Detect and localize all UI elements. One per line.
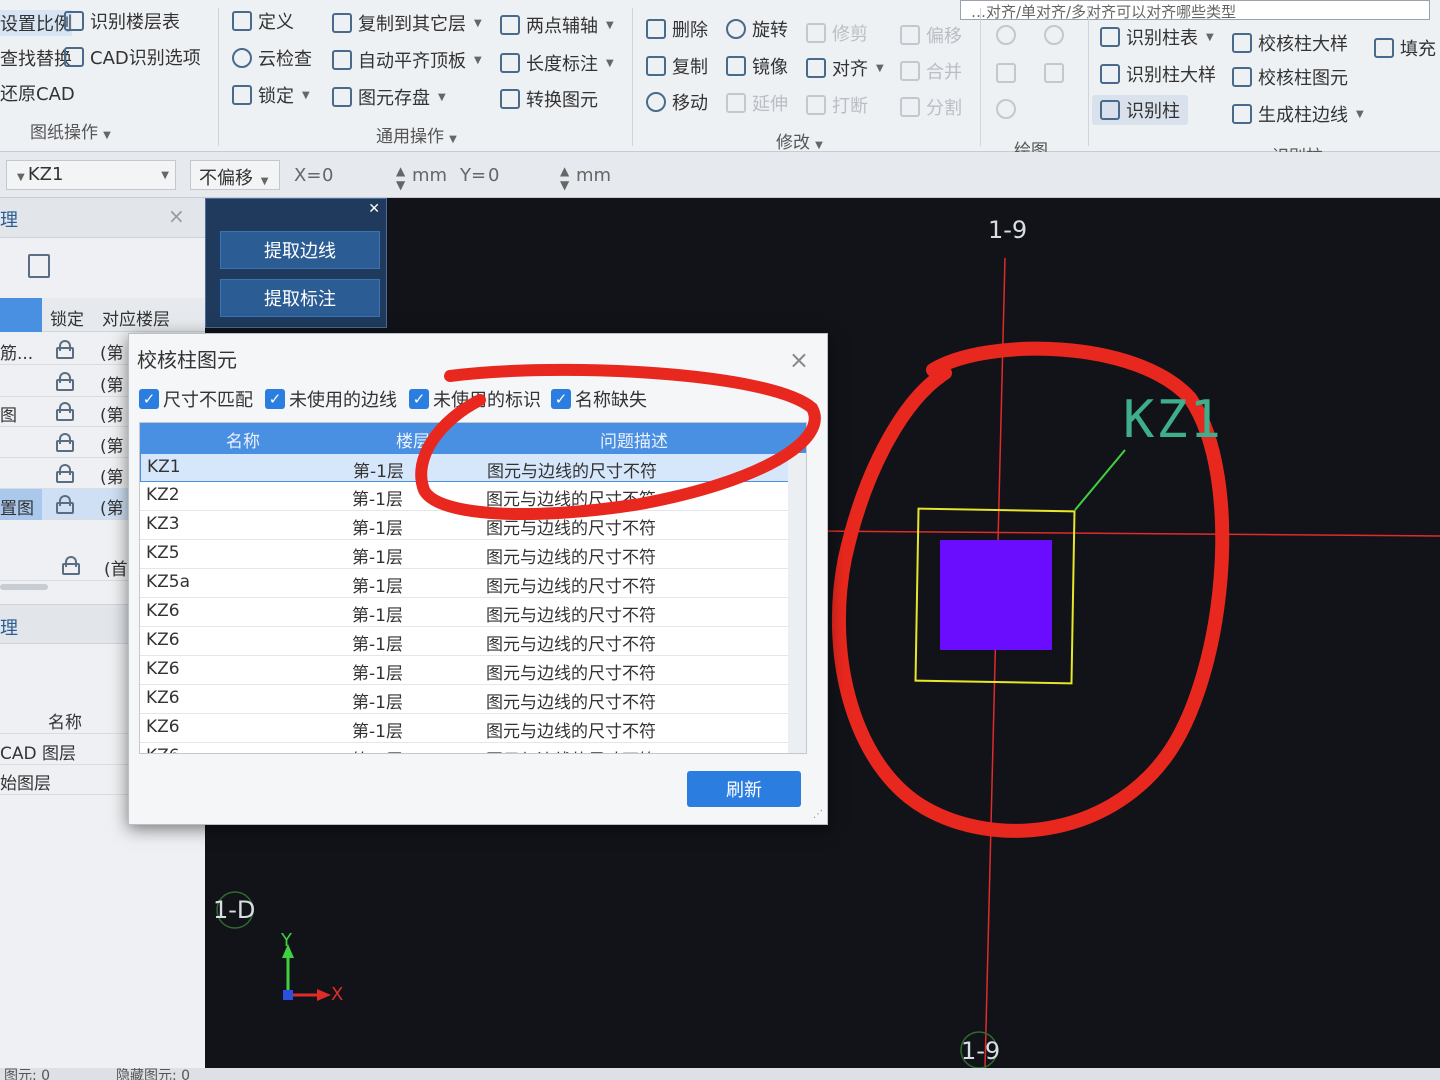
status-bar: 图元: 0 隐藏图元: 0 [0, 1068, 1440, 1080]
hidden-count-text: 隐藏图元: 0 [116, 1068, 191, 1080]
element-count-text: 图元: 0 [4, 1068, 51, 1080]
annotation-circle-dialog [415, 363, 821, 520]
annotation-overlay [415, 363, 821, 520]
